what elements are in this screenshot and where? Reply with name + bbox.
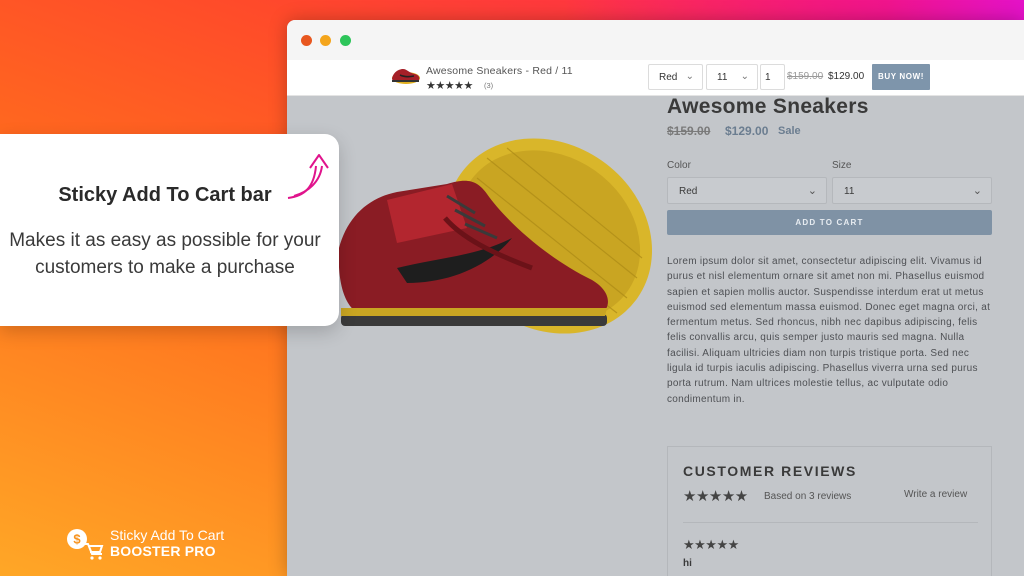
sticky-product-title: Awesome Sneakers - Red / 11	[426, 65, 573, 77]
logo-line-1: Sticky Add To Cart	[110, 527, 225, 543]
buy-now-button[interactable]: BUY NOW!	[872, 64, 930, 90]
sticky-old-price: $159.00	[787, 71, 824, 82]
color-label: Color	[667, 160, 691, 171]
size-select-value: 11	[844, 186, 855, 197]
color-select-value: Red	[679, 186, 698, 197]
reviews-heading: CUSTOMER REVIEWS	[683, 463, 857, 479]
dollar-cart-icon: $	[67, 529, 104, 560]
reviews-divider	[683, 522, 978, 523]
sticky-new-price: $129.00	[828, 71, 865, 82]
close-window-button[interactable]	[301, 35, 312, 46]
customer-reviews-section: CUSTOMER REVIEWS ★★★★★ Based on 3 review…	[667, 446, 992, 576]
chevron-down-icon: ⌄	[740, 71, 749, 82]
product-description: Lorem ipsum dolor sit amet, consectetur …	[667, 256, 991, 405]
sticky-color-select[interactable]: Red ⌄	[648, 64, 703, 90]
product-new-price: $129.00	[725, 124, 769, 138]
svg-text:$: $	[73, 532, 81, 547]
sticky-quantity-input[interactable]: 1	[760, 64, 785, 90]
add-to-cart-button[interactable]: ADD TO CART	[667, 210, 992, 235]
feature-callout-card: Sticky Add To Cart bar Makes it as easy …	[0, 134, 339, 326]
sticky-color-value: Red	[659, 72, 678, 83]
chevron-down-icon: ⌄	[807, 185, 817, 197]
product-thumbnail	[392, 69, 420, 84]
review-item-title: hi	[683, 558, 692, 569]
browser-window: Awesome Sneakers - Red / 11 ★★★★★ (3) Re…	[287, 20, 1024, 576]
chevron-down-icon: ⌄	[972, 185, 982, 197]
callout-heading: Sticky Add To Cart bar	[58, 184, 272, 206]
sticky-add-to-cart-bar: Awesome Sneakers - Red / 11 ★★★★★ (3) Re…	[287, 60, 1024, 96]
size-label: Size	[832, 160, 852, 171]
product-old-price: $159.00	[667, 124, 711, 138]
product-title: Awesome Sneakers	[667, 95, 869, 118]
maximize-window-button[interactable]	[340, 35, 351, 46]
reviews-rating-stars: ★★★★★	[683, 488, 748, 505]
chevron-down-icon: ⌄	[685, 71, 694, 82]
review-item-stars: ★★★★★	[683, 537, 739, 552]
size-select[interactable]: 11 ⌄	[832, 177, 992, 204]
reviews-summary: Based on 3 reviews	[764, 491, 852, 502]
sticky-size-value: 11	[717, 72, 728, 83]
browser-titlebar	[287, 20, 1024, 60]
color-select[interactable]: Red ⌄	[667, 177, 827, 204]
app-logo: $ Sticky Add To Cart BOOSTER PRO	[66, 526, 246, 566]
logo-line-2: BOOSTER PRO	[110, 543, 216, 559]
callout-body: Makes it as easy as possible for your cu…	[9, 230, 321, 278]
sticky-quantity-value: 1	[765, 72, 771, 83]
minimize-window-button[interactable]	[320, 35, 331, 46]
sticky-rating-stars: ★★★★★	[426, 80, 473, 92]
product-image	[338, 138, 653, 334]
write-review-link[interactable]: Write a review	[904, 489, 967, 500]
sticky-review-count: (3)	[484, 81, 494, 90]
sticky-size-select[interactable]: 11 ⌄	[706, 64, 758, 90]
sale-badge: Sale	[778, 125, 801, 137]
